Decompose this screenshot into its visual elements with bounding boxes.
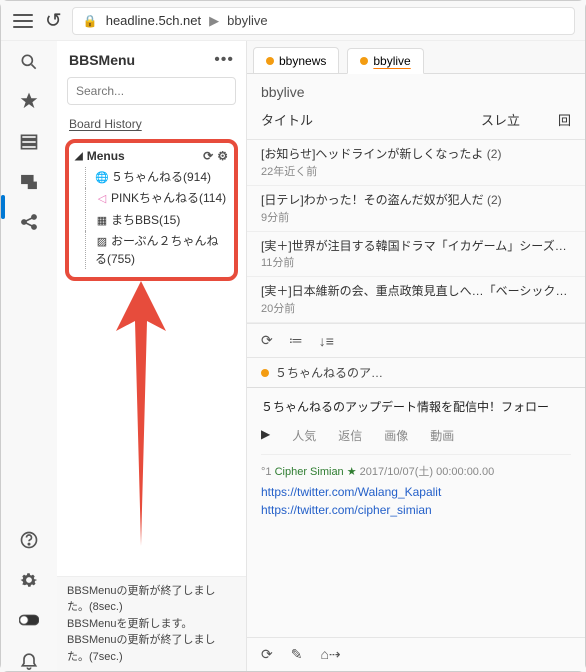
gear-icon[interactable] (18, 569, 40, 591)
tab-bbynews[interactable]: bbynews (253, 47, 339, 73)
sort-img[interactable]: 画像 (384, 427, 408, 444)
menu-item-5ch[interactable]: 🌐５ちゃんねる(914) (85, 167, 228, 188)
menus-label: Menus (87, 149, 125, 163)
post-number: °1 (261, 466, 272, 478)
post-link[interactable]: https://twitter.com/cipher_simian (261, 501, 571, 519)
col-res[interactable]: 回 (541, 110, 571, 129)
menu-item-pink[interactable]: ◁PINKちゃんねる(114) (85, 188, 228, 209)
tab-dot-icon (261, 369, 269, 377)
sort-icon[interactable]: ↓≡ (319, 333, 334, 349)
more-icon[interactable]: ••• (214, 51, 234, 69)
cursor-icon: ◁ (95, 192, 109, 207)
list-ordered-icon[interactable]: ≔ (289, 332, 303, 349)
sort-pop[interactable]: 人気 (292, 427, 316, 444)
sidebar-title: BBSMenu (69, 52, 135, 68)
col-date[interactable]: スレ立 (481, 110, 541, 129)
sitemap-icon[interactable]: ⌂⇢ (320, 646, 340, 663)
menus-highlight-box: ◢ Menus ⟳ ⚙ 🌐５ちゃんねる(914) ◁PINKちゃんねる(114)… (65, 139, 238, 281)
tab-bbylive[interactable]: bbylive (347, 48, 423, 74)
url-host: headline.5ch.net (106, 13, 201, 28)
thread-row[interactable]: [日テレ]わかった！その盗んだ奴が犯人だ (2) 9分前 (247, 186, 585, 232)
post-name[interactable]: Cipher Simian ★ (275, 466, 357, 478)
tab-dot-icon (360, 57, 368, 65)
log-line: BBSMenuの更新が終了しました。(8sec.) (67, 583, 236, 616)
list-icon[interactable] (18, 131, 40, 153)
star-icon[interactable] (18, 91, 40, 113)
search-icon[interactable] (18, 51, 40, 73)
menu-item-machi[interactable]: ▦まちBBS(15) (85, 210, 228, 231)
board-icon[interactable] (18, 171, 40, 193)
share-icon[interactable] (18, 211, 40, 233)
grid2-icon: ▨ (95, 235, 109, 250)
post-link[interactable]: https://twitter.com/Walang_Kapalit (261, 483, 571, 501)
menu-icon[interactable] (11, 9, 35, 33)
search-input[interactable] (67, 77, 236, 105)
thread-tab-label[interactable]: ５ちゃんねるのア… (275, 364, 383, 381)
board-name: bbylive (247, 74, 585, 106)
undo-icon[interactable]: ↺ (45, 8, 62, 33)
chevron-right-icon: ▶ (209, 13, 219, 29)
menu-item-open2ch[interactable]: ▨おーぷん２ちゃんねる(755) (85, 231, 228, 269)
col-title[interactable]: タイトル (261, 110, 481, 129)
address-bar[interactable]: 🔒 headline.5ch.net ▶ bbylive (72, 7, 575, 35)
refresh-icon[interactable]: ⟳ (203, 149, 213, 163)
log-line: BBSMenuの更新が終了しました。(7sec.) (67, 632, 236, 665)
sort-reply[interactable]: 返信 (338, 427, 362, 444)
triangle-down-icon[interactable]: ◢ (75, 151, 83, 162)
edit-icon[interactable]: ✎ (291, 646, 303, 663)
play-icon[interactable]: ▶ (261, 427, 270, 444)
thread-row[interactable]: [実＋]世界が注目する韓国ドラマ「イカゲーム」シーズン2、record chin… (247, 232, 585, 278)
sort-video[interactable]: 動画 (430, 427, 454, 444)
thread-row[interactable]: [実＋]日本維新の会、重点政策見直しへ…「ベーシックインカム」 20分前 (247, 277, 585, 323)
url-sub: bbylive (227, 13, 267, 28)
gear-small-icon[interactable]: ⚙ (217, 149, 228, 163)
log-panel: BBSMenuの更新が終了しました。(8sec.) BBSMenuを更新します。… (57, 576, 246, 672)
board-history-link[interactable]: Board History (57, 113, 246, 135)
refresh-icon[interactable]: ⟳ (261, 332, 273, 349)
log-line: BBSMenuを更新します。 (67, 616, 236, 633)
help-icon[interactable] (18, 529, 40, 551)
lock-icon: 🔒 (83, 14, 98, 28)
thread-title: ５ちゃんねるのアップデート情報を配信中！フォロー (261, 398, 571, 415)
toggle-icon[interactable] (18, 609, 40, 631)
bell-icon[interactable] (18, 649, 40, 671)
grid-icon: ▦ (95, 214, 109, 229)
thread-row[interactable]: [お知らせ]ヘッドラインが新しくなったよ (2) 22年近く前 (247, 140, 585, 186)
post-date: 2017/10/07(土) 00:00:00.00 (360, 466, 495, 478)
refresh-icon[interactable]: ⟳ (261, 646, 273, 663)
tab-dot-icon (266, 57, 274, 65)
globe-icon: 🌐 (95, 171, 109, 186)
